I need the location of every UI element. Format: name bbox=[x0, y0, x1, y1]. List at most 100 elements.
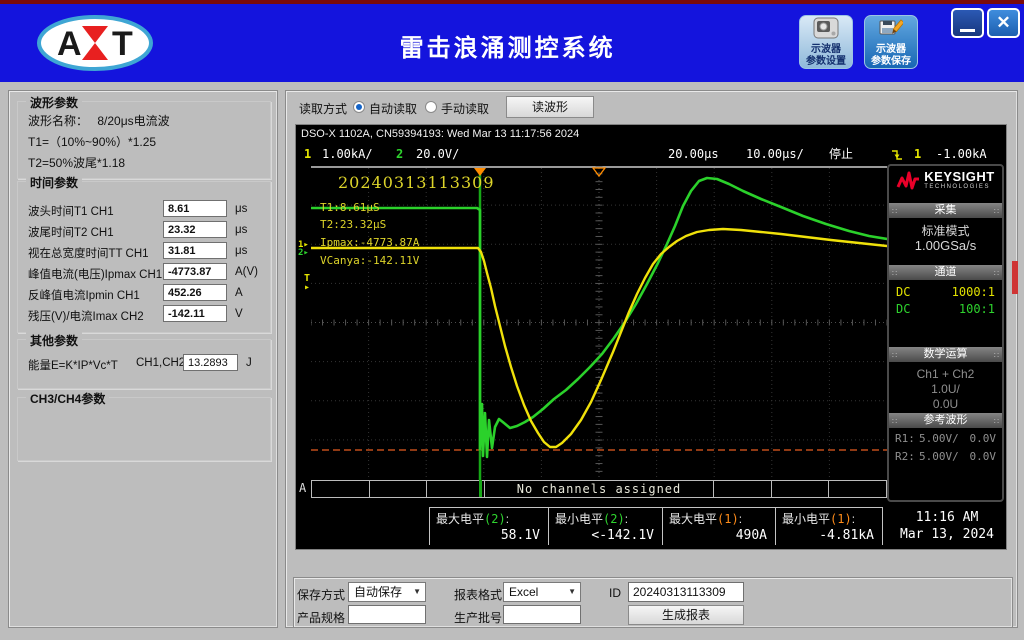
waveform-display bbox=[311, 166, 887, 480]
timebase-readout: 10.00μs/ bbox=[746, 147, 804, 161]
ch2-ground-marker: 2▸ bbox=[298, 248, 309, 258]
capture-id-annotation: 20240313113309 bbox=[338, 173, 495, 192]
other-group-title: 其他参数 bbox=[26, 332, 83, 349]
product-spec-input[interactable] bbox=[348, 605, 426, 624]
param-unit: A bbox=[235, 287, 243, 299]
chevron-down-icon: ▼ bbox=[413, 587, 421, 596]
param-unit: A(V) bbox=[235, 266, 258, 278]
ipmin-value-field[interactable] bbox=[163, 284, 227, 301]
param-row-t2: 波尾时间T2 CH1 μs bbox=[28, 221, 268, 241]
measurement-value: 490A bbox=[735, 528, 767, 543]
axt-logo: A T bbox=[36, 14, 154, 77]
minimize-button[interactable] bbox=[951, 8, 984, 38]
energy-formula: 能量E=K*IP*Vc*T bbox=[28, 360, 118, 372]
waveform-group-title: 波形参数 bbox=[26, 94, 83, 111]
scope-settings-label-1: 示波器 bbox=[811, 43, 841, 55]
measurement-cell: 最小电平(2): <-142.1V bbox=[548, 507, 662, 545]
save-mode-label: 保存方式 bbox=[297, 588, 346, 602]
minimize-icon bbox=[960, 28, 975, 32]
param-row-ipmin: 反峰值电流Ipmin CH1 A bbox=[28, 284, 268, 304]
imax-value-field[interactable] bbox=[163, 305, 227, 322]
ref1-row: R1: 5.00V/ 0.0V bbox=[895, 432, 996, 445]
tt-value-field[interactable] bbox=[163, 242, 227, 259]
ref-section-header: 参考波形 bbox=[889, 413, 1002, 429]
id-input[interactable] bbox=[628, 582, 744, 602]
time-group-title: 时间参数 bbox=[26, 174, 83, 191]
close-icon: ✕ bbox=[996, 13, 1011, 32]
t1-annotation: T1:8.61μS bbox=[320, 201, 380, 214]
energy-row: 能量E=K*IP*Vc*T CH1,CH2 J bbox=[28, 354, 268, 374]
channel-assignment-row: No channels assigned bbox=[311, 480, 887, 498]
ch2-number: 2 bbox=[396, 147, 404, 161]
oscilloscope-screen: DSO-X 1102A, CN59394193: Wed Mar 13 11:1… bbox=[295, 124, 1007, 550]
math-section-header: 数学运算 bbox=[889, 347, 1002, 363]
acquire-section-header: 采集 bbox=[889, 203, 1002, 219]
param-row-ipmax: 峰值电流(电压)Ipmax CH1 A(V) bbox=[28, 263, 268, 283]
generate-report-button[interactable]: 生成报表 bbox=[628, 605, 744, 625]
logo-letter-a: A bbox=[57, 25, 82, 63]
measurement-value: -4.81kA bbox=[819, 528, 874, 543]
keysight-spark-icon bbox=[896, 171, 920, 189]
app-title: 雷击浪涌测控系统 bbox=[399, 35, 616, 62]
param-row-tt: 视在总宽度时间TT CH1 μs bbox=[28, 242, 268, 262]
a-row-label: A bbox=[299, 481, 307, 495]
waveform-name-value: 8/20μs电流波 bbox=[97, 114, 170, 128]
scope-date: Mar 13, 2024 bbox=[900, 527, 994, 542]
scope-time: 11:16 AM bbox=[915, 510, 979, 525]
energy-unit: J bbox=[246, 357, 252, 369]
sample-rate: 1.00GSa/s bbox=[914, 238, 977, 253]
ipmax-value-field[interactable] bbox=[163, 263, 227, 280]
report-format-label: 报表格式 bbox=[454, 588, 503, 602]
ipmax-annotation: Ipmax:-4773.87A bbox=[320, 236, 420, 249]
param-label: 残压(V)/电流Imax CH2 bbox=[28, 311, 144, 323]
save-mode-value: 自动保存 bbox=[354, 585, 403, 599]
ch1-number: 1 bbox=[304, 147, 312, 161]
report-format-dropdown[interactable]: Excel ▼ bbox=[503, 582, 581, 602]
no-channels-message: No channels assigned bbox=[506, 481, 692, 497]
t2-value-field[interactable] bbox=[163, 221, 227, 238]
param-unit: μs bbox=[235, 224, 248, 236]
batch-input[interactable] bbox=[503, 605, 581, 624]
scope-save-button[interactable]: 示波器 参数保存 bbox=[864, 15, 918, 69]
t2-annotation: T2:23.32μS bbox=[320, 218, 387, 231]
scope-clock: 11:16 AM Mar 13, 2024 bbox=[893, 509, 1001, 543]
param-label: 峰值电流(电压)Ipmax CH1 bbox=[28, 269, 163, 281]
math-source: Ch1 + Ch2 bbox=[916, 367, 975, 381]
trigger-level-marker: T ▸ bbox=[304, 273, 311, 293]
close-button[interactable]: ✕ bbox=[987, 8, 1020, 38]
keysight-brand: KEYSIGHT bbox=[924, 169, 995, 184]
t1-value-field[interactable] bbox=[163, 200, 227, 217]
scope-save-label-2: 参数保存 bbox=[871, 55, 911, 67]
read-waveform-button[interactable]: 读波形 bbox=[506, 96, 594, 118]
measurement-cell: 最大电平(1): 490A bbox=[662, 507, 775, 545]
id-label: ID bbox=[609, 586, 621, 600]
waveform-param-group: 波形参数 波形名称： 8/20μs电流波 T1=（10%~90%）*1.25 T… bbox=[17, 94, 271, 179]
run-state: 停止 bbox=[829, 147, 854, 161]
scope-settings-button[interactable]: 示波器 参数设置 bbox=[799, 15, 853, 69]
ch34-group-title: CH3/CH4参数 bbox=[26, 390, 110, 407]
measurement-cell: 最小电平(1): -4.81kA bbox=[775, 507, 883, 545]
auto-read-label: 自动读取 bbox=[369, 102, 418, 116]
time-param-group: 时间参数 波头时间T1 CH1 μs 波尾时间T2 CH1 μs 视在总宽度时间… bbox=[17, 174, 271, 333]
math-offset: 0.0U bbox=[932, 397, 959, 411]
measurement-value: 58.1V bbox=[500, 528, 540, 543]
scope-status-bar: 1 1.00kA/ 2 20.0V/ 20.00μs 10.00μs/ 停止 1… bbox=[296, 146, 1006, 163]
ref2-row: R2: 5.00V/ 0.0V bbox=[895, 450, 996, 463]
param-label: 视在总宽度时间TT CH1 bbox=[28, 248, 149, 260]
trigger-level: -1.00kA bbox=[936, 147, 987, 161]
manual-read-radio[interactable] bbox=[425, 101, 437, 113]
auto-read-radio[interactable] bbox=[353, 101, 365, 113]
delay-readout: 20.00μs bbox=[668, 147, 719, 161]
title-bar: A T 雷击浪涌测控系统 示波器 参数设置 示波器 参数保存 ✕ bbox=[0, 0, 1024, 82]
param-row-imax: 残压(V)/电流Imax CH2 V bbox=[28, 305, 268, 325]
energy-value-field[interactable] bbox=[183, 354, 238, 371]
waveform-name-label: 波形名称： bbox=[28, 114, 89, 128]
batch-label: 生产批号 bbox=[454, 611, 503, 625]
save-mode-dropdown[interactable]: 自动保存 ▼ bbox=[348, 582, 426, 602]
measurement-bar: 最大电平(2): 58.1V 最小电平(2): <-142.1V 最大电平(1)… bbox=[296, 503, 1006, 549]
scope-save-icon bbox=[879, 17, 905, 44]
param-unit: V bbox=[235, 308, 243, 320]
read-mode-bar: 读取方式 自动读取 手动读取 读波形 bbox=[286, 91, 1017, 123]
trigger-channel: 1 bbox=[914, 147, 922, 161]
scope-sidebar: KEYSIGHT TECHNOLOGIES 采集 标准模式 1.00GSa/s … bbox=[887, 164, 1004, 502]
